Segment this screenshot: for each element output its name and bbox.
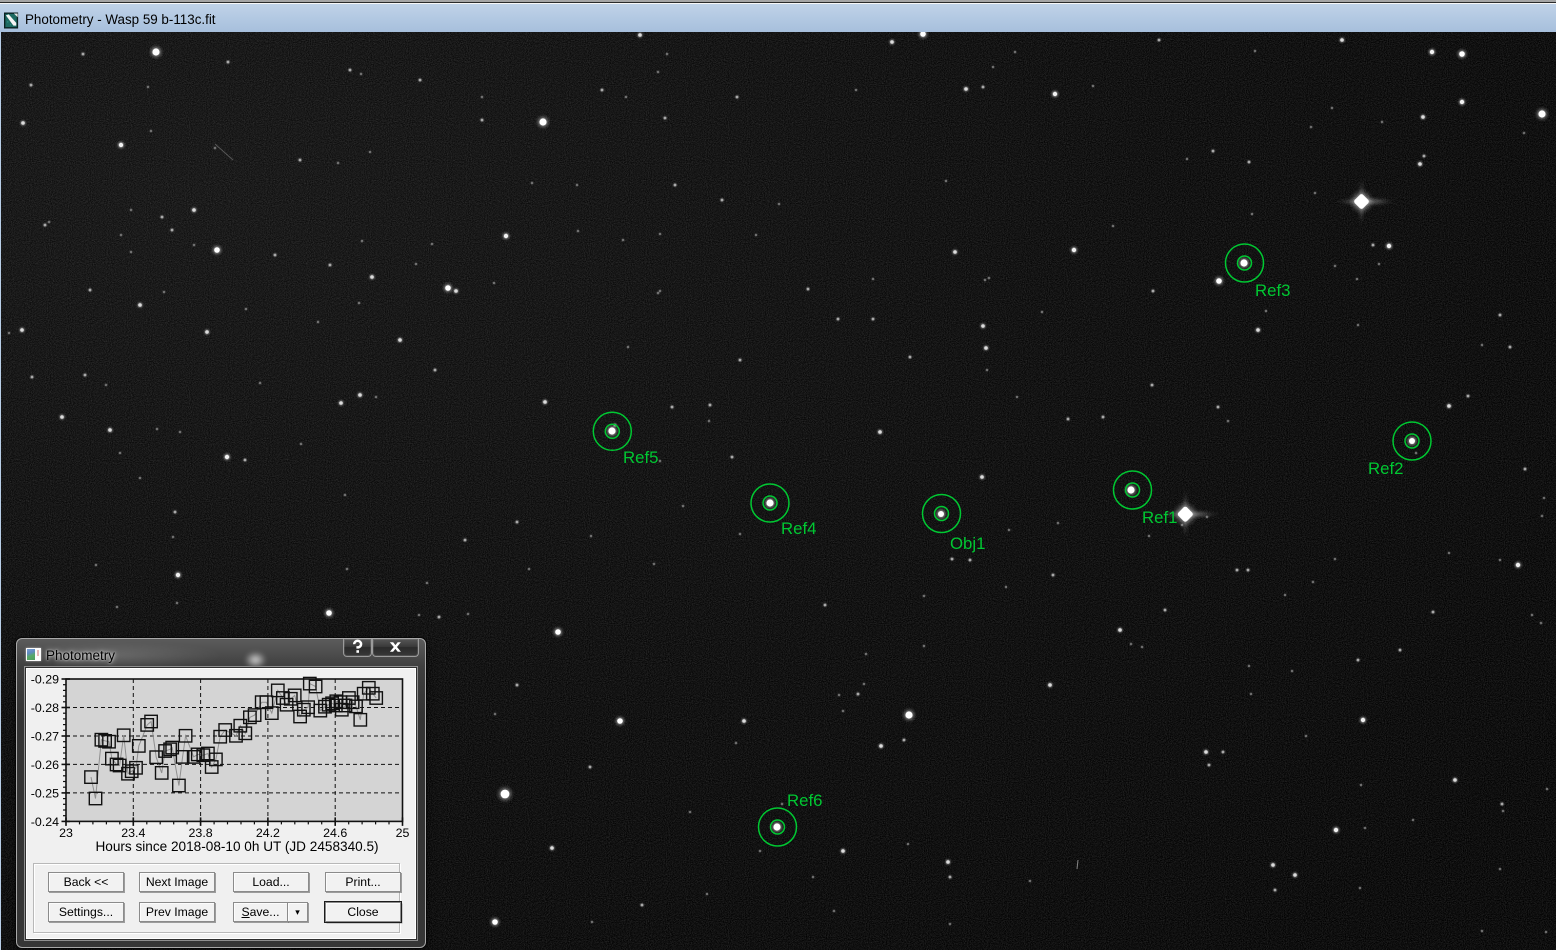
svg-text:24.6: 24.6 xyxy=(323,826,347,840)
svg-text:Ref3: Ref3 xyxy=(1255,281,1290,300)
svg-text:Ref4: Ref4 xyxy=(781,519,816,538)
svg-text:23.4: 23.4 xyxy=(121,826,145,840)
svg-text:23.8: 23.8 xyxy=(189,826,213,840)
svg-text:24.2: 24.2 xyxy=(256,826,280,840)
svg-text:23: 23 xyxy=(59,826,73,840)
svg-text:Ref6: Ref6 xyxy=(787,791,822,810)
svg-text:25: 25 xyxy=(396,826,410,840)
svg-text:Ref5: Ref5 xyxy=(623,448,658,467)
svg-text:Ref1: Ref1 xyxy=(1142,508,1177,527)
svg-text:Obj1: Obj1 xyxy=(950,534,985,553)
svg-text:-0.24: -0.24 xyxy=(31,815,59,829)
svg-text:-0.28: -0.28 xyxy=(31,701,59,715)
svg-text:-0.29: -0.29 xyxy=(31,673,59,687)
svg-text:-0.27: -0.27 xyxy=(31,730,59,744)
svg-text:-0.26: -0.26 xyxy=(31,758,59,772)
svg-text:Hours since 2018-08-10 0h UT (: Hours since 2018-08-10 0h UT (JD 2458340… xyxy=(95,839,378,854)
svg-text:-0.25: -0.25 xyxy=(31,786,59,800)
svg-text:Ref2: Ref2 xyxy=(1368,459,1403,478)
